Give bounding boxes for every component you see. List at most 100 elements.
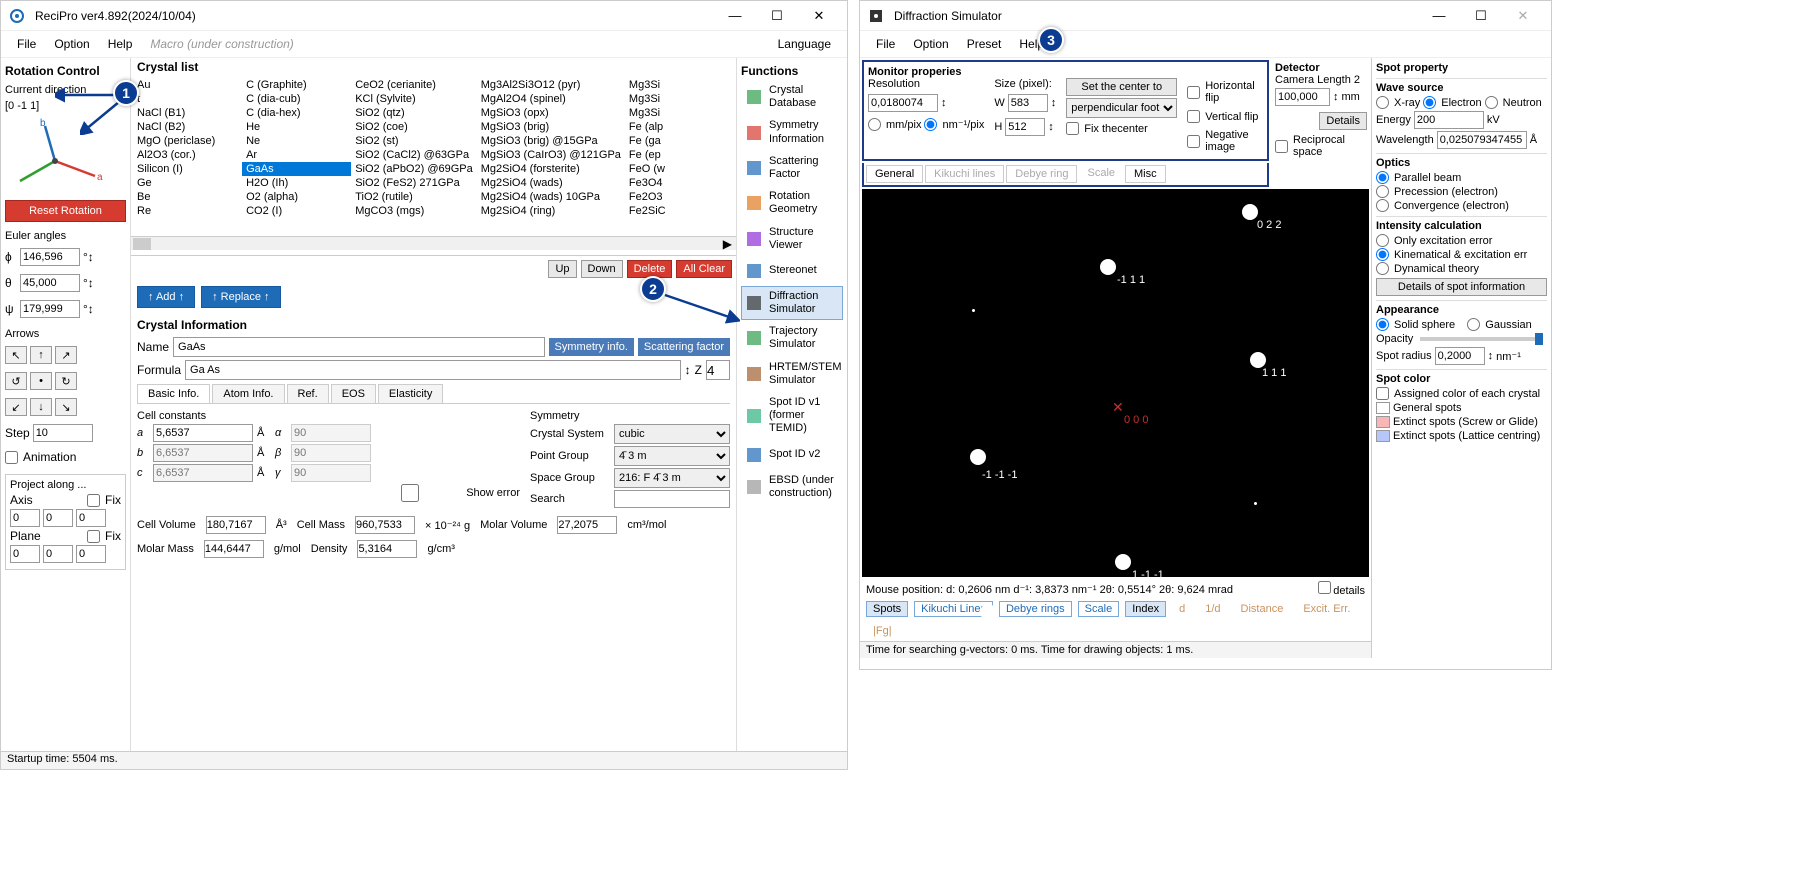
menu2-file[interactable]: File <box>870 35 901 53</box>
display-pill[interactable]: 1/d <box>1198 601 1227 617</box>
crystal-list-item[interactable]: NaCl (B2) <box>133 120 242 134</box>
display-pill[interactable]: Excit. Err. <box>1296 601 1357 617</box>
kin-excit-radio[interactable] <box>1376 248 1389 261</box>
symmetry-info-button[interactable]: Symmetry info. <box>549 338 634 356</box>
reset-rotation-button[interactable]: Reset Rotation <box>5 200 126 222</box>
plane-l[interactable] <box>76 545 106 563</box>
cell-a[interactable] <box>153 424 253 442</box>
crystal-list-item[interactable]: Re <box>133 204 242 218</box>
close-button[interactable]: ✕ <box>799 2 839 30</box>
crystal-scrollbar[interactable]: ▶ <box>131 236 736 250</box>
xray-radio[interactable] <box>1376 96 1389 109</box>
crystal-list-item[interactable]: SiO2 (qtz) <box>351 106 477 120</box>
crystal-list-item[interactable]: Mg3Si <box>625 78 734 92</box>
point-group-select[interactable]: 4̄ 3 m <box>614 446 730 466</box>
tab-basic-info[interactable]: Basic Info. <box>137 384 210 403</box>
show-error-checkbox[interactable] <box>360 484 460 502</box>
set-center-button[interactable]: Set the center to <box>1066 78 1177 96</box>
convergence-radio[interactable] <box>1376 199 1389 212</box>
general-spots-swatch[interactable] <box>1376 402 1390 414</box>
sim-tab-misc[interactable]: Misc <box>1125 165 1166 183</box>
mmpix-radio[interactable] <box>868 118 881 131</box>
crystal-list-item[interactable]: Fe2SiC <box>625 204 734 218</box>
minimize-button[interactable]: — <box>715 2 755 30</box>
menu-option[interactable]: Option <box>48 35 95 53</box>
function-item[interactable]: Spot ID v2 <box>741 441 843 469</box>
menu-help[interactable]: Help <box>102 35 139 53</box>
crystal-list-item[interactable]: MgO (periclase) <box>133 134 242 148</box>
sim-tab-scale[interactable]: Scale <box>1079 165 1123 183</box>
crystal-list-item[interactable]: O2 (alpha) <box>242 190 351 204</box>
step-input[interactable] <box>33 424 93 442</box>
crystal-list-item[interactable]: MgSiO3 (opx) <box>477 106 625 120</box>
crystal-list-item[interactable]: t <box>133 92 242 106</box>
function-item[interactable]: Rotation Geometry <box>741 186 843 220</box>
nmpix-radio[interactable] <box>924 118 937 131</box>
scattering-factor-button[interactable]: Scattering factor <box>638 338 730 356</box>
euler-phi[interactable] <box>20 248 80 266</box>
center-dot[interactable]: • <box>30 372 52 390</box>
cell-c[interactable] <box>153 464 253 482</box>
solid-sphere-radio[interactable] <box>1376 318 1389 331</box>
crystal-list-item[interactable]: MgSiO3 (CaIrO3) @121GPa <box>477 148 625 162</box>
euler-theta[interactable] <box>20 274 80 292</box>
crystal-list-item[interactable]: CO2 (I) <box>242 204 351 218</box>
function-item[interactable]: Diffraction Simulator <box>741 286 843 320</box>
display-pill[interactable]: Index <box>1125 601 1166 617</box>
electron-radio[interactable] <box>1423 96 1436 109</box>
crystal-list-item[interactable]: C (dia-cub) <box>242 92 351 106</box>
crystal-list-item[interactable]: KCl (Sylvite) <box>351 92 477 106</box>
plane-fix-checkbox[interactable] <box>87 530 100 543</box>
crystal-list-item[interactable]: Mg3Si <box>625 106 734 120</box>
gaussian-radio[interactable] <box>1467 318 1480 331</box>
crystal-list-item[interactable]: Al2O3 (cor.) <box>133 148 242 162</box>
neutron-radio[interactable] <box>1485 96 1498 109</box>
allclear-button[interactable]: All Clear <box>676 260 732 278</box>
crystal-list-item[interactable]: Fe (alp <box>625 120 734 134</box>
euler-psi[interactable] <box>20 300 80 318</box>
height-input[interactable] <box>1005 118 1045 136</box>
crystal-list-item[interactable]: MgSiO3 (brig) @15GPa <box>477 134 625 148</box>
details-button[interactable]: Details <box>1319 112 1367 130</box>
crystal-list-item[interactable]: C (dia-hex) <box>242 106 351 120</box>
crystal-list-item[interactable]: GaAs <box>242 162 351 176</box>
sim-tab-general[interactable]: General <box>866 165 923 183</box>
search-input[interactable] <box>614 490 730 508</box>
opacity-slider[interactable] <box>1420 337 1543 341</box>
maximize-button-2[interactable]: ☐ <box>1461 2 1501 30</box>
extinct-screw-swatch[interactable] <box>1376 416 1390 428</box>
formula-input[interactable] <box>185 360 681 380</box>
resolution-input[interactable] <box>868 94 938 112</box>
crystal-list-item[interactable]: Ne <box>242 134 351 148</box>
display-pill[interactable]: d <box>1172 601 1192 617</box>
crystal-list-item[interactable]: SiO2 (st) <box>351 134 477 148</box>
assigned-color-checkbox[interactable] <box>1376 387 1389 400</box>
crystal-list-item[interactable]: Mg2SiO4 (ring) <box>477 204 625 218</box>
rotate-cw[interactable]: ↻ <box>55 372 77 390</box>
dyn-theory-radio[interactable] <box>1376 262 1389 275</box>
function-item[interactable]: Scattering Factor <box>741 151 843 185</box>
crystal-list-item[interactable]: SiO2 (aPbO2) @69GPa <box>351 162 477 176</box>
axis-fix-checkbox[interactable] <box>87 494 100 507</box>
crystal-list-item[interactable]: TiO2 (rutile) <box>351 190 477 204</box>
crystal-list-item[interactable]: C (Graphite) <box>242 78 351 92</box>
menu2-option[interactable]: Option <box>907 35 954 53</box>
parallel-radio[interactable] <box>1376 171 1389 184</box>
crystal-list-item[interactable]: Mg3Si <box>625 92 734 106</box>
crystal-list-item[interactable]: FeO (w <box>625 162 734 176</box>
arrow-se[interactable]: ↘ <box>55 398 77 416</box>
display-pill[interactable]: |Fg| <box>866 623 899 639</box>
details-checkbox[interactable] <box>1318 581 1331 594</box>
tab-ref[interactable]: Ref. <box>287 384 329 403</box>
menu-file[interactable]: File <box>11 35 42 53</box>
function-item[interactable]: Stereonet <box>741 257 843 285</box>
function-item[interactable]: HRTEM/STEM Simulator <box>741 357 843 391</box>
vflip-checkbox[interactable] <box>1187 110 1200 123</box>
z-input[interactable] <box>706 360 730 380</box>
crystal-list-item[interactable]: SiO2 (FeS2) 271GPa <box>351 176 477 190</box>
crystal-list-item[interactable]: Silicon (I) <box>133 162 242 176</box>
arrow-ne[interactable]: ↗ <box>55 346 77 364</box>
tab-atom-info[interactable]: Atom Info. <box>212 384 284 403</box>
close-button-2[interactable]: ✕ <box>1503 2 1543 30</box>
crystal-list-item[interactable]: NaCl (B1) <box>133 106 242 120</box>
